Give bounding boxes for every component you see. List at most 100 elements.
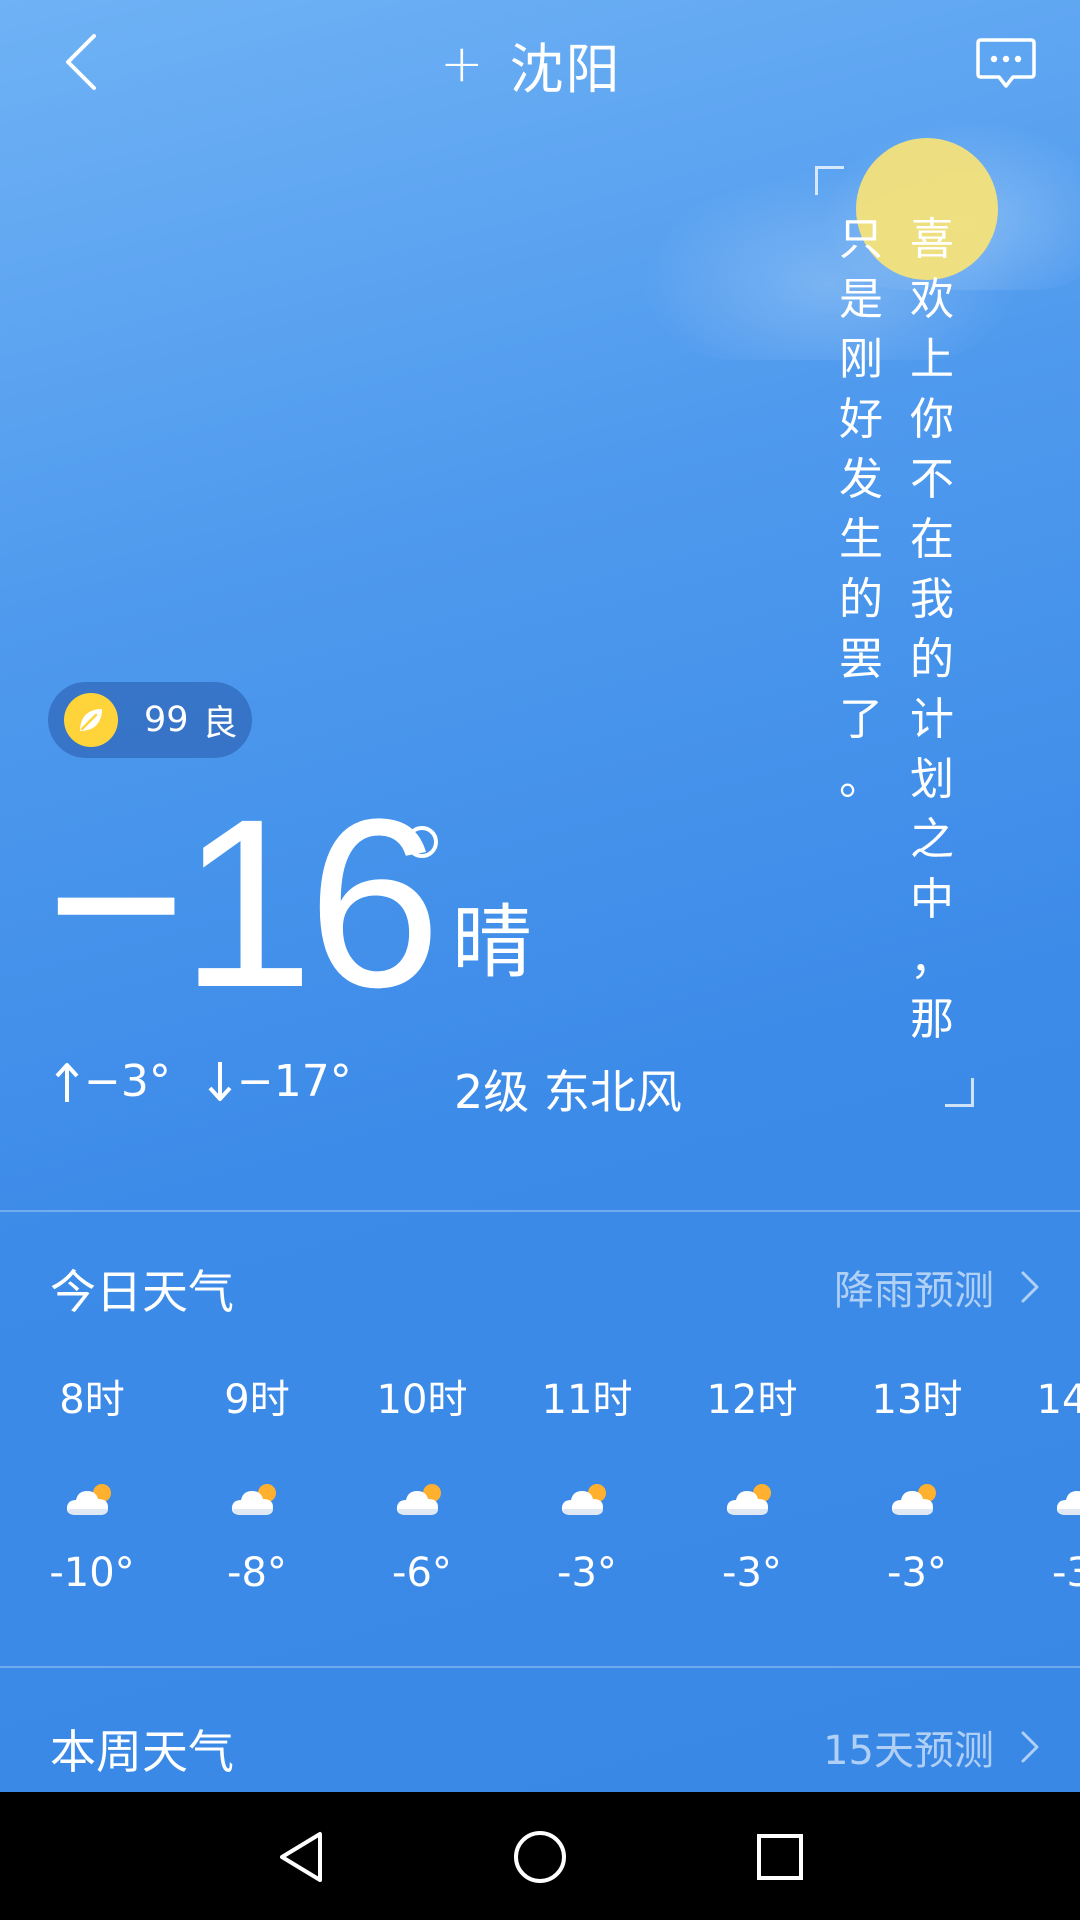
section-divider — [0, 1210, 1080, 1212]
poem-char: 刚 — [839, 334, 883, 385]
nav-home-button[interactable] — [505, 1822, 575, 1892]
nav-back-button[interactable] — [266, 1822, 336, 1892]
hour-temp: -3° — [887, 1550, 947, 1596]
poem-char: 了 — [839, 694, 883, 745]
poem-char: 划 — [910, 754, 954, 805]
hour-item[interactable]: 9时 -8° — [177, 1372, 337, 1596]
partly-cloudy-icon — [177, 1464, 337, 1534]
chat-bubble-icon — [976, 38, 1036, 88]
poem-char: 中 — [910, 874, 954, 925]
hour-temp: -8° — [227, 1550, 287, 1596]
current-temperature: −16 — [46, 783, 441, 1023]
aqi-badge[interactable]: 99 良 — [48, 682, 252, 758]
hour-item[interactable]: 12时 -3° — [672, 1372, 832, 1596]
poem-char: 只 — [839, 214, 883, 265]
city-selector[interactable]: + 沈阳 — [440, 24, 622, 104]
poem-column-left: 只是刚好发生的罢了。 — [833, 210, 889, 810]
rain-forecast-link[interactable]: 降雨预测 — [834, 1258, 1040, 1316]
aqi-value: 99 — [144, 700, 189, 740]
partly-cloudy-icon — [672, 1464, 832, 1534]
poem-char: 上 — [910, 334, 954, 385]
fifteen-day-label: 15天预测 — [823, 1728, 994, 1774]
partly-cloudy-icon — [12, 1464, 172, 1534]
poem-char: 发 — [839, 454, 883, 505]
section-divider — [0, 1666, 1080, 1668]
hour-item[interactable]: 8时 -10° — [12, 1372, 172, 1596]
poem-column-right: 喜欢上你不在我的计划之中 ， 那 — [904, 210, 960, 1050]
arrow-up-icon — [55, 1062, 79, 1102]
hour-temp: -3° — [557, 1550, 617, 1596]
high-temp-value: −3° — [84, 1056, 171, 1107]
nav-recents-button[interactable] — [745, 1822, 815, 1892]
week-weather-title: 本周天气 — [50, 1725, 234, 1779]
hour-item[interactable]: 13时 -3° — [837, 1372, 997, 1596]
poem-char: 那 — [910, 994, 954, 1045]
poem-char: 的 — [839, 574, 883, 625]
poem-char: 生 — [839, 514, 883, 565]
high-low: −3° −17° — [54, 1056, 388, 1107]
header: + 沈阳 — [0, 0, 1080, 130]
nav-back-icon — [280, 1832, 322, 1882]
hour-time: 11时 — [541, 1377, 633, 1423]
temperature-value: −16 — [46, 769, 441, 1037]
poem-char: 不 — [910, 454, 954, 505]
poem-char: 我 — [910, 574, 954, 625]
hour-temp: -6° — [392, 1550, 452, 1596]
hour-time: 10时 — [376, 1377, 468, 1423]
poem-char: 计 — [910, 694, 954, 745]
hourly-forecast[interactable]: 8时 -10° 9时 -8° 10时 -6° 11时 -3° 12时 -3° 13时 -3° 14时 -3… — [0, 1372, 1080, 1612]
chevron-right-icon — [1021, 1731, 1039, 1763]
wind-info: 2级 东北风 — [454, 1065, 682, 1119]
bracket-top-left — [815, 166, 844, 195]
nav-recents-icon — [757, 1834, 803, 1880]
system-navigation-bar — [0, 1792, 1080, 1920]
poem-char: ， — [910, 934, 954, 985]
message-button[interactable] — [970, 28, 1042, 100]
aqi-level: 良 — [202, 703, 238, 744]
hour-time: 13时 — [871, 1377, 963, 1423]
poem-char: 喜 — [910, 214, 954, 265]
poem-char: 是 — [839, 274, 883, 325]
poem-char: 。 — [839, 754, 883, 805]
city-name[interactable]: 沈阳 — [510, 25, 622, 104]
weather-condition: 晴 — [452, 896, 532, 989]
high-temp: −3° — [54, 1056, 171, 1107]
hour-item[interactable]: 14时 -3° — [1002, 1372, 1080, 1596]
fifteen-day-link[interactable]: 15天预测 — [823, 1718, 1040, 1776]
nav-home-icon — [514, 1831, 566, 1883]
add-city-icon[interactable]: + — [440, 38, 484, 90]
rain-forecast-label: 降雨预测 — [834, 1268, 994, 1314]
hour-time: 9时 — [224, 1377, 290, 1423]
hour-temp: -3° — [722, 1550, 782, 1596]
hour-time: 14时 — [1036, 1377, 1080, 1423]
poem-char: 之 — [910, 814, 954, 865]
degree-symbol — [406, 826, 438, 858]
partly-cloudy-icon — [342, 1464, 502, 1534]
partly-cloudy-icon — [837, 1464, 997, 1534]
hour-time: 8时 — [59, 1377, 125, 1423]
poem-char: 欢 — [910, 274, 954, 325]
chevron-left-icon — [66, 34, 96, 90]
hour-temp: -10° — [49, 1550, 135, 1596]
leaf-icon — [64, 693, 118, 747]
chevron-right-icon — [1021, 1271, 1039, 1303]
poem-char: 罢 — [839, 634, 883, 685]
poem-char: 的 — [910, 634, 954, 685]
poem-char: 好 — [839, 394, 883, 445]
arrow-down-icon — [208, 1061, 232, 1101]
partly-cloudy-icon — [507, 1464, 667, 1534]
hour-temp: -3° — [1052, 1550, 1080, 1596]
poem-card[interactable]: 喜欢上你不在我的计划之中，那 只是刚好发生的罢了。 — [815, 160, 990, 1120]
low-temp: −17° — [207, 1056, 352, 1107]
hour-time: 12时 — [706, 1377, 798, 1423]
weather-screen: + 沈阳 喜欢上你不在我的计划之中，那 只是刚好发生的罢了。 99 良 −16 … — [0, 0, 1080, 1792]
partly-cloudy-icon — [1002, 1464, 1080, 1534]
hour-item[interactable]: 11时 -3° — [507, 1372, 667, 1596]
poem-char: 在 — [910, 514, 954, 565]
today-weather-title: 今日天气 — [50, 1265, 234, 1319]
low-temp-value: −17° — [236, 1056, 352, 1107]
bracket-bottom-right — [945, 1078, 974, 1107]
back-button[interactable] — [40, 22, 120, 102]
hour-item[interactable]: 10时 -6° — [342, 1372, 502, 1596]
poem-char: 你 — [910, 394, 954, 445]
